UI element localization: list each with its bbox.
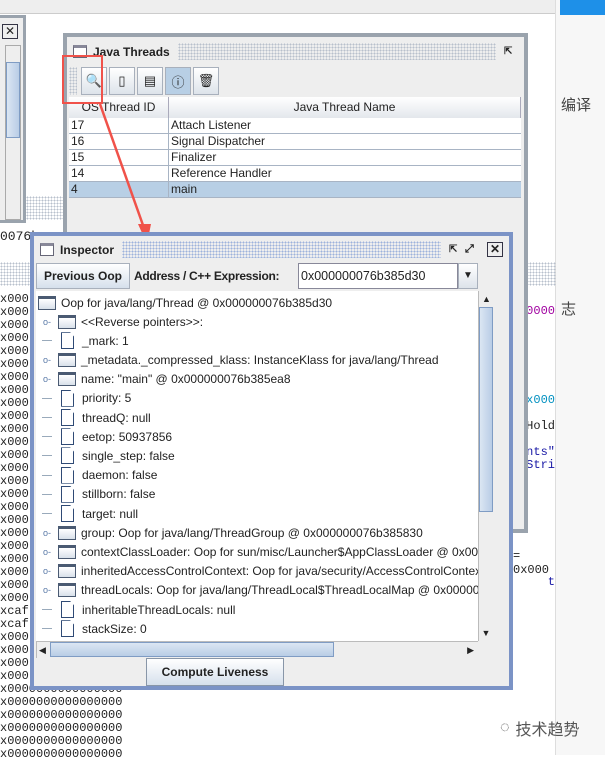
tree-node-label: <<Reverse pointers>>:	[81, 314, 204, 329]
tree-root[interactable]: Oop for java/lang/Thread @ 0x000000076b3…	[38, 293, 332, 312]
tree-node[interactable]: o-name: "main" @ 0x000000076b385ea8	[42, 370, 291, 389]
tree-node-label: threadQ: null	[82, 410, 151, 425]
scroll-thumb	[479, 307, 493, 512]
folder-icon	[58, 314, 76, 329]
vertical-scrollbar[interactable]: ▲ ▼	[478, 291, 494, 641]
tree-node[interactable]: _mark: 1	[42, 331, 129, 350]
tree-node[interactable]: inheritableThreadLocals: null	[42, 600, 235, 619]
expand-handle-icon[interactable]: o-	[42, 355, 52, 365]
tree-node-label: single_step: false	[82, 448, 175, 463]
tree-node-label: inheritableThreadLocals: null	[82, 602, 236, 617]
expand-handle-icon[interactable]: o-	[42, 528, 52, 538]
file-icon	[61, 409, 74, 426]
tree-node-label: contextClassLoader: Oop for sun/misc/Lau…	[81, 544, 478, 559]
expand-handle-icon[interactable]: o-	[42, 585, 52, 595]
tree-node[interactable]: stillborn: false	[42, 485, 155, 504]
tree-node-label: stackSize: 0	[82, 621, 147, 636]
scroll-right-icon: ▶	[467, 645, 474, 655]
expand-handle-icon[interactable]: o-	[42, 317, 52, 327]
address-label: Address / C++ Expression:	[134, 269, 280, 283]
close-icon[interactable]: ✕	[487, 242, 503, 257]
inspector-titlebar[interactable]: Inspector ⇱ ⤢ ✕	[34, 237, 509, 262]
file-icon	[61, 485, 74, 503]
folder-icon	[58, 583, 76, 598]
scroll-left-icon: ◀	[39, 645, 46, 655]
folder-icon	[58, 564, 76, 579]
tree-node-label: stillborn: false	[82, 487, 156, 502]
tree-node-label: _metadata._compressed_klass: InstanceKla…	[81, 352, 439, 367]
oop-tree: Oop for java/lang/Thread @ 0x000000076b3…	[36, 291, 478, 641]
file-icon	[61, 332, 74, 350]
tree-node[interactable]: o-contextClassLoader: Oop for sun/misc/L…	[42, 542, 478, 561]
inspector-window: Inspector ⇱ ⤢ ✕ Previous Oop Address / C…	[30, 232, 513, 690]
file-icon	[61, 428, 74, 446]
scroll-down-icon: ▼	[481, 628, 491, 638]
expand-handle-icon[interactable]: o-	[42, 374, 52, 384]
window-icon	[40, 243, 54, 256]
tree-node-label: priority: 5	[82, 391, 132, 406]
tree-node[interactable]: o-group: Oop for java/lang/ThreadGroup @…	[42, 523, 423, 542]
scroll-thumb	[50, 642, 334, 657]
folder-icon	[58, 525, 76, 540]
tree-node[interactable]: eetop: 50937856	[42, 427, 172, 446]
tree-node-label: group: Oop for java/lang/ThreadGroup @ 0…	[81, 525, 423, 540]
scroll-up-icon: ▲	[482, 294, 491, 304]
maximize-icon[interactable]: ⤢	[465, 243, 483, 256]
address-input[interactable]: 0x000000076b385d30	[298, 263, 458, 289]
address-dropdown-button[interactable]: ▼	[458, 263, 478, 289]
tree-node[interactable]: single_step: false	[42, 446, 175, 465]
file-icon	[61, 389, 74, 407]
tree-node[interactable]: target: null	[42, 504, 138, 523]
file-icon	[61, 447, 74, 465]
file-icon	[61, 620, 74, 638]
tree-node[interactable]: priority: 5	[42, 389, 131, 408]
tree-node[interactable]: o-threadLocals: Oop for java/lang/Thread…	[42, 581, 478, 600]
folder-icon	[58, 544, 76, 559]
file-icon	[61, 505, 74, 522]
tree-node-label: daemon: false	[82, 468, 158, 483]
tree-node[interactable]: o-inheritedAccessControlContext: Oop for…	[42, 562, 478, 581]
tree-node[interactable]: daemon: false	[42, 466, 157, 485]
compute-liveness-button[interactable]: Compute Liveness	[146, 658, 284, 686]
tree-node-label: inheritedAccessControlContext: Oop for j…	[81, 564, 478, 579]
tree-node-label: _mark: 1	[82, 333, 129, 348]
horizontal-scrollbar[interactable]: ◀ ▶	[36, 641, 478, 658]
folder-icon	[58, 352, 76, 367]
tree-node-label: threadLocals: Oop for java/lang/ThreadLo…	[81, 583, 478, 598]
tree-node[interactable]: stackSize: 0	[42, 619, 147, 638]
file-icon	[61, 601, 74, 618]
tree-node[interactable]: o- _metadata._compressed_klass: InstanceK…	[42, 350, 439, 369]
expand-handle-icon[interactable]: o-	[42, 566, 52, 576]
tree-node-label: target: null	[82, 506, 139, 521]
file-icon	[61, 466, 74, 484]
expand-handle-icon[interactable]: o-	[42, 547, 52, 557]
previous-oop-button[interactable]: Previous Oop	[36, 263, 130, 289]
tree-node[interactable]: threadQ: null	[42, 408, 151, 427]
minimize-icon[interactable]: ⇱	[449, 244, 465, 255]
tree-node-label: name: "main" @ 0x000000076b385ea8	[81, 372, 291, 387]
tree-node-label: eetop: 50937856	[82, 429, 173, 444]
window-title: Inspector	[60, 242, 115, 257]
folder-icon	[58, 372, 76, 387]
tree-node[interactable]: o- <<Reverse pointers>>:	[42, 312, 203, 331]
